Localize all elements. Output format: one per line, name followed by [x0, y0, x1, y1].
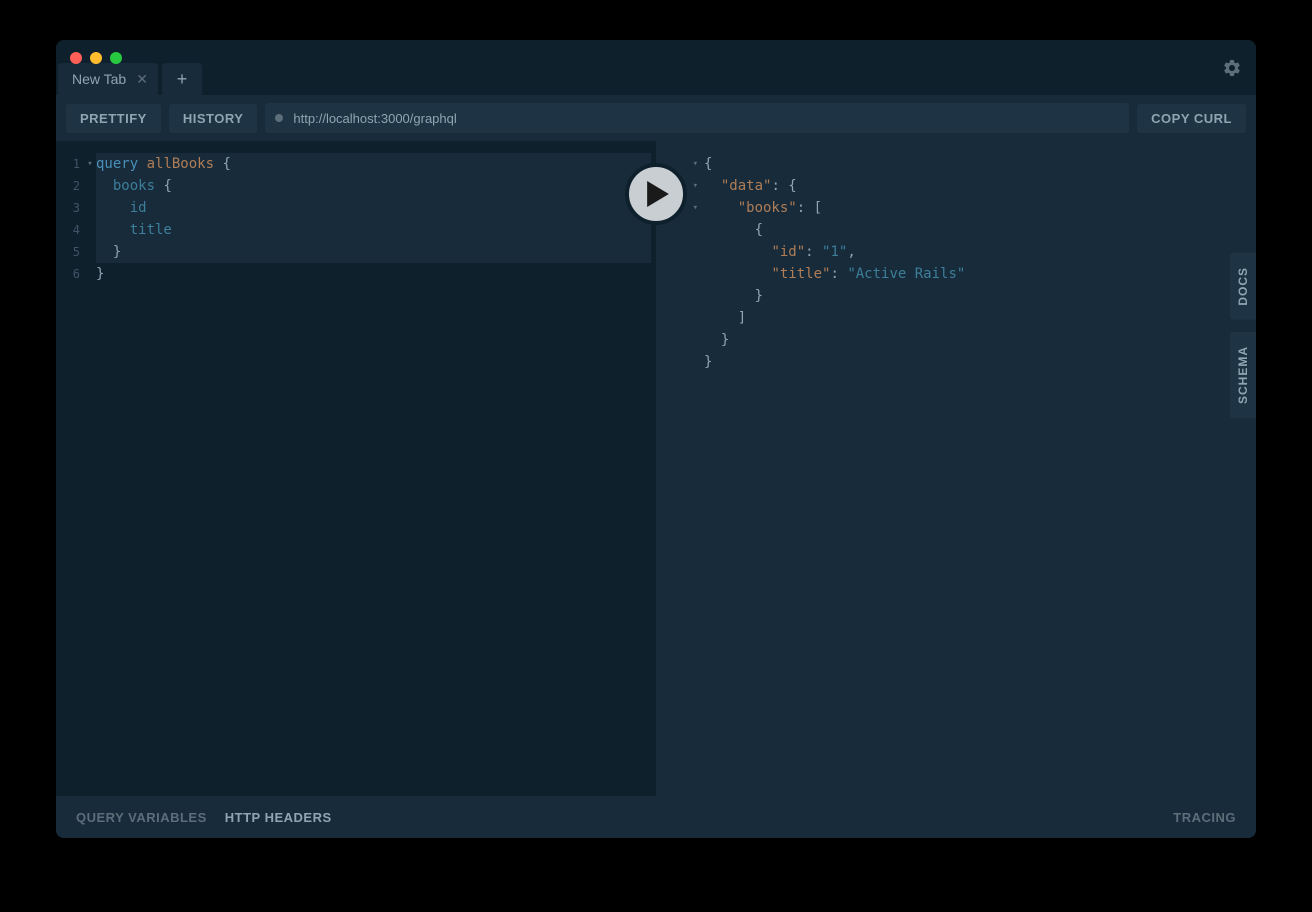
line-number: 2 — [56, 175, 84, 197]
editor-line: 4 title — [56, 219, 656, 241]
fold-icon — [656, 329, 704, 351]
close-tab-icon[interactable]: ✕ — [136, 71, 148, 88]
line-number: 4 — [56, 219, 84, 241]
history-button[interactable]: HISTORY — [169, 104, 258, 133]
execute-button[interactable] — [625, 163, 687, 225]
response-line: } — [656, 351, 1256, 373]
endpoint-field[interactable] — [265, 103, 1129, 133]
line-number: 1 — [56, 153, 84, 175]
docs-tab[interactable]: DOCS — [1230, 253, 1256, 320]
code-content: "title": "Active Rails" — [704, 263, 965, 285]
maximize-window-icon[interactable] — [110, 52, 122, 64]
close-window-icon[interactable] — [70, 52, 82, 64]
code-content: id — [96, 197, 147, 219]
response-line: "id": "1", — [656, 241, 1256, 263]
fold-icon — [656, 263, 704, 285]
toolbar: PRETTIFY HISTORY COPY CURL — [56, 95, 1256, 141]
code-content: ] — [704, 307, 746, 329]
http-headers-tab[interactable]: HTTP HEADERS — [225, 810, 332, 825]
playground-window: New Tab ✕ + PRETTIFY HISTORY COPY CURL 1… — [56, 40, 1256, 838]
fold-icon — [84, 175, 96, 197]
tracing-tab[interactable]: TRACING — [1173, 810, 1236, 825]
footer: QUERY VARIABLES HTTP HEADERS TRACING — [56, 796, 1256, 838]
endpoint-input[interactable] — [293, 111, 1119, 126]
fold-icon — [84, 197, 96, 219]
editor-line: 3 id — [56, 197, 656, 219]
query-editor[interactable]: 1▾query allBooks {2 books {3 id4 title5 … — [56, 141, 656, 796]
schema-tab[interactable]: SCHEMA — [1230, 332, 1256, 418]
code-content: books { — [96, 175, 172, 197]
editor-line: 5 } — [56, 241, 656, 263]
fold-icon[interactable]: ▾ — [84, 153, 96, 175]
response-line: ▾ "data": { — [656, 175, 1256, 197]
response-line: ▾ "books": [ — [656, 197, 1256, 219]
line-number: 3 — [56, 197, 84, 219]
fold-icon — [84, 263, 96, 285]
code-content: { — [704, 153, 712, 175]
prettify-button[interactable]: PRETTIFY — [66, 104, 161, 133]
code-content: "id": "1", — [704, 241, 856, 263]
line-number: 5 — [56, 241, 84, 263]
code-content: query allBooks { — [96, 153, 231, 175]
fold-icon — [84, 219, 96, 241]
response-line: } — [656, 285, 1256, 307]
fold-icon — [656, 351, 704, 373]
code-content: { — [704, 219, 763, 241]
endpoint-status-icon — [275, 114, 283, 122]
code-content: } — [96, 263, 104, 285]
editor-line: 6} — [56, 263, 656, 285]
tab-new[interactable]: New Tab ✕ — [58, 63, 158, 95]
minimize-window-icon[interactable] — [90, 52, 102, 64]
fold-icon — [656, 285, 704, 307]
fold-icon — [656, 241, 704, 263]
copy-curl-button[interactable]: COPY CURL — [1137, 104, 1246, 133]
code-content: } — [704, 285, 763, 307]
code-content: } — [96, 241, 121, 263]
code-content: } — [704, 329, 729, 351]
code-content: title — [96, 219, 172, 241]
fold-icon — [656, 307, 704, 329]
new-tab-button[interactable]: + — [162, 63, 202, 95]
response-line: "title": "Active Rails" — [656, 263, 1256, 285]
main-area: 1▾query allBooks {2 books {3 id4 title5 … — [56, 141, 1256, 796]
titlebar: New Tab ✕ + — [56, 40, 1256, 95]
editor-line: 2 books { — [56, 175, 656, 197]
code-content: "data": { — [704, 175, 797, 197]
tab-label: New Tab — [72, 71, 126, 87]
window-controls — [56, 40, 122, 64]
side-tabs: DOCS SCHEMA — [1230, 253, 1256, 418]
line-number: 6 — [56, 263, 84, 285]
editor-line: 1▾query allBooks { — [56, 153, 656, 175]
response-panel[interactable]: ▾{▾ "data": {▾ "books": [ { "id": "1", "… — [656, 141, 1256, 796]
response-line: ] — [656, 307, 1256, 329]
code-content: } — [704, 351, 712, 373]
play-icon — [647, 181, 669, 207]
code-content: "books": [ — [704, 197, 822, 219]
settings-icon[interactable] — [1222, 58, 1242, 83]
response-line: } — [656, 329, 1256, 351]
fold-icon — [84, 241, 96, 263]
query-variables-tab[interactable]: QUERY VARIABLES — [76, 810, 207, 825]
response-line: ▾{ — [656, 153, 1256, 175]
response-line: { — [656, 219, 1256, 241]
